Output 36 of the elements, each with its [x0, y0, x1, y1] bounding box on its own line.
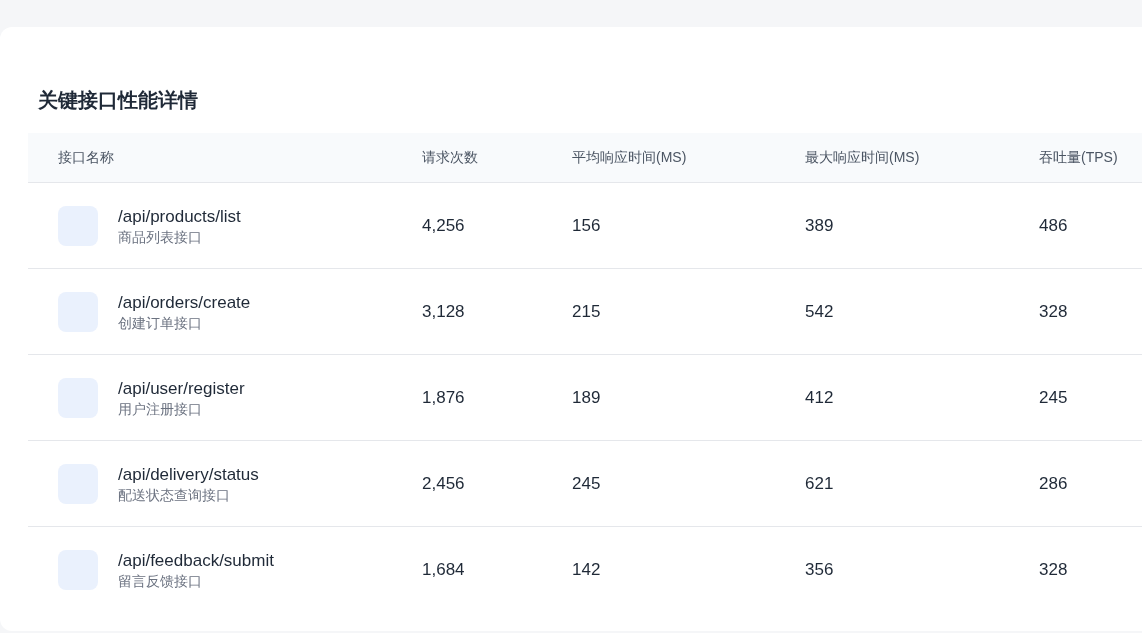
endpoint-path: /api/orders/create — [118, 291, 251, 314]
column-header: 最大响应时间(MS) — [805, 148, 920, 167]
max-response-time: 542 — [805, 300, 834, 323]
max-response-time: 356 — [805, 559, 834, 582]
max-response-time: 412 — [805, 386, 834, 409]
max-response-time: 389 — [805, 214, 834, 237]
endpoint-path: /api/products/list — [118, 205, 241, 228]
average-response-time: 189 — [572, 386, 601, 409]
throughput: 245 — [1039, 386, 1068, 409]
endpoint-description: 用户注册接口 — [118, 399, 202, 418]
request-count: 1,876 — [422, 386, 465, 409]
column-header: 吞吐量(TPS) — [1039, 148, 1118, 167]
column-header: 请求次数 — [422, 148, 478, 167]
throughput: 328 — [1039, 559, 1068, 582]
average-response-time: 142 — [572, 559, 601, 582]
endpoint-path: /api/delivery/status — [118, 463, 259, 486]
throughput: 286 — [1039, 472, 1068, 495]
request-count: 1,684 — [422, 559, 465, 582]
average-response-time: 215 — [572, 300, 601, 323]
endpoint-path: /api/feedback/submit — [118, 550, 274, 572]
average-response-time: 245 — [572, 472, 601, 495]
endpoint-description: 创建订单接口 — [118, 313, 202, 332]
endpoint-path: /api/user/register — [118, 377, 245, 400]
endpoint-description: 商品列表接口 — [118, 227, 202, 246]
request-count: 4,256 — [422, 214, 465, 237]
throughput: 328 — [1039, 300, 1068, 323]
endpoint-description: 配送状态查询接口 — [118, 485, 230, 504]
average-response-time: 156 — [572, 214, 601, 237]
column-header: 接口名称 — [58, 148, 114, 167]
request-count: 2,456 — [422, 472, 465, 495]
throughput: 486 — [1039, 214, 1068, 237]
request-count: 3,128 — [422, 300, 465, 323]
section-title: 关键接口性能详情 — [38, 88, 198, 113]
column-header: 平均响应时间(MS) — [572, 148, 687, 167]
endpoint-description: 留言反馈接口 — [118, 572, 202, 590]
max-response-time: 621 — [805, 472, 834, 495]
